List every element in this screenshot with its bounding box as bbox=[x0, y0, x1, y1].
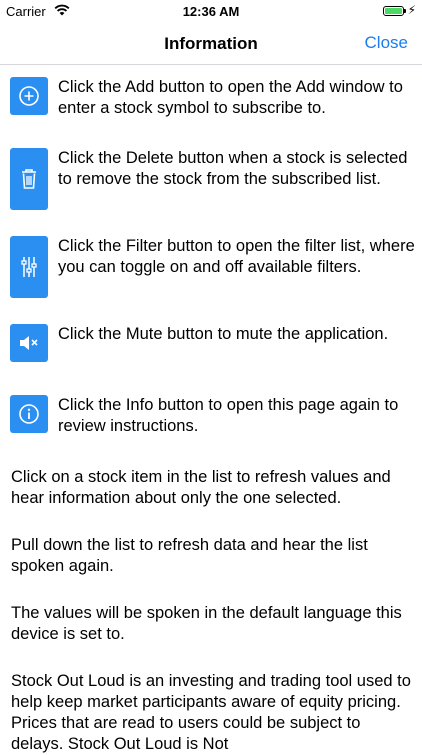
battery-icon bbox=[383, 6, 406, 16]
trash-icon bbox=[10, 148, 48, 210]
paragraph-disclaimer: Stock Out Loud is an investing and tradi… bbox=[11, 672, 411, 753]
filter-icon bbox=[10, 236, 48, 298]
close-button[interactable]: Close bbox=[365, 33, 408, 53]
instruction-add-text: Click the Add button to open the Add win… bbox=[58, 78, 403, 117]
mute-icon bbox=[10, 324, 48, 362]
instruction-delete-text: Click the Delete button when a stock is … bbox=[58, 149, 408, 188]
navigation-bar: Information Close bbox=[0, 22, 422, 65]
add-icon bbox=[10, 77, 48, 115]
charging-icon: ⚡ bbox=[407, 3, 416, 17]
battery-level bbox=[385, 8, 402, 14]
instruction-info-text: Click the Info button to open this page … bbox=[58, 396, 399, 435]
paragraph-pull-down: Pull down the list to refresh data and h… bbox=[11, 536, 368, 575]
status-bar: Carrier 12:36 AM ⚡ bbox=[0, 0, 422, 22]
page-title: Information bbox=[164, 34, 258, 53]
paragraph-language: The values will be spoken in the default… bbox=[11, 604, 402, 643]
instruction-filter-text: Click the Filter button to open the filt… bbox=[58, 237, 415, 276]
instruction-mute-text: Click the Mute button to mute the applic… bbox=[58, 325, 389, 343]
clock: 12:36 AM bbox=[182, 4, 240, 19]
paragraph-refresh-item: Click on a stock item in the list to ref… bbox=[11, 468, 391, 507]
info-icon bbox=[10, 395, 48, 433]
